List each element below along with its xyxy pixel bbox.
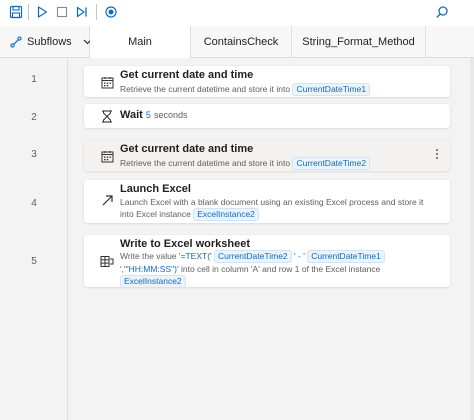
formula-text: =TEXT(' [180, 251, 212, 261]
step-title: Get current date and time [120, 143, 254, 155]
search-icon[interactable] [432, 2, 452, 22]
variable-chip[interactable]: CurrentDateTime1 [307, 250, 385, 263]
excel-write-icon [100, 254, 114, 268]
action-step[interactable]: Write to Excel worksheet Write the value… [84, 235, 450, 288]
stop-icon[interactable] [52, 2, 72, 22]
tab-string-format-method[interactable]: String_Format_Method [292, 26, 426, 57]
desc-line: ','"HH:MM:SS")' into cell in column 'A' … [120, 263, 432, 275]
more-options-icon[interactable] [430, 146, 444, 162]
variable-chip[interactable]: ExcelInstance2 [193, 208, 259, 221]
step-title-text: Wait [120, 109, 143, 121]
toolbar [0, 0, 474, 26]
action-step[interactable]: Wait 5 seconds [84, 104, 450, 128]
line-number: 1 [31, 74, 37, 85]
desc-text: into Excel instance [120, 209, 191, 219]
toolbar-separator [28, 4, 29, 20]
step-description: Write the value '=TEXT(' CurrentDateTime… [120, 250, 432, 288]
wait-value: 5 [145, 110, 151, 120]
launch-arrow-icon [100, 193, 114, 207]
formula-text: ' - ' [294, 251, 305, 261]
subflows-dropdown[interactable]: Subflows [0, 26, 92, 57]
calendar-icon [100, 75, 114, 89]
line-number: 2 [31, 112, 37, 123]
line-number: 3 [31, 149, 37, 160]
variable-chip[interactable]: CurrentDateTime2 [214, 250, 292, 263]
variable-chip[interactable]: CurrentDateTime2 [292, 157, 371, 170]
tab-label: ContainsCheck [203, 35, 279, 48]
subflows-icon [10, 35, 22, 48]
record-icon[interactable] [101, 2, 121, 22]
formula-text: ','"HH:MM:SS")' [120, 264, 179, 274]
subflows-label: Subflows [27, 35, 72, 48]
save-icon[interactable] [6, 2, 26, 22]
toolbar-separator [96, 4, 97, 20]
desc-text: Write the value ' [120, 251, 181, 261]
flow-designer: 1 2 3 4 5 Get current date and time Retr… [0, 58, 474, 420]
run-icon[interactable] [32, 2, 52, 22]
variable-chip[interactable]: ExcelInstance2 [120, 275, 186, 288]
desc-line: Launch Excel with a blank document using… [120, 197, 424, 207]
desc-line: ExcelInstance2 [120, 275, 432, 288]
line-number: 5 [31, 256, 37, 267]
step-description: Retrieve the current datetime and store … [120, 157, 432, 170]
action-step[interactable]: Get current date and time Retrieve the c… [84, 140, 450, 171]
tab-containscheck[interactable]: ContainsCheck [191, 26, 292, 57]
step-description: Retrieve the current datetime and store … [120, 83, 432, 96]
step-title: Write to Excel worksheet [120, 238, 251, 250]
desc-line: Write the value '=TEXT(' CurrentDateTime… [120, 250, 432, 263]
tab-label: Main [128, 36, 152, 48]
tabs-bar: Subflows Main ContainsCheck String_Forma… [0, 26, 474, 58]
step-description: Launch Excel with a blank document using… [120, 196, 432, 221]
desc-text: Retrieve the current datetime and store … [120, 158, 291, 168]
step-title: Get current date and time [120, 69, 254, 81]
run-next-action-icon[interactable] [72, 2, 92, 22]
hourglass-icon [100, 109, 114, 123]
line-number: 4 [31, 198, 37, 209]
wait-unit: seconds [153, 110, 188, 120]
desc-line: into Excel instance ExcelInstance2 [120, 208, 432, 221]
scrollbar[interactable] [470, 58, 474, 420]
step-title: Wait 5 seconds [120, 109, 187, 121]
desc-text: Retrieve the current datetime and store … [120, 84, 291, 94]
step-title: Launch Excel [120, 183, 191, 195]
calendar-icon [100, 149, 114, 163]
tab-label: String_Format_Method [302, 35, 415, 48]
action-step[interactable]: Get current date and time Retrieve the c… [84, 66, 450, 97]
desc-text: into cell in column 'A' and row 1 of the… [180, 264, 381, 274]
variable-chip[interactable]: CurrentDateTime1 [292, 83, 371, 96]
tab-main[interactable]: Main [90, 26, 191, 58]
line-number-gutter: 1 2 3 4 5 [0, 58, 68, 420]
action-step[interactable]: Launch Excel Launch Excel with a blank d… [84, 180, 450, 223]
